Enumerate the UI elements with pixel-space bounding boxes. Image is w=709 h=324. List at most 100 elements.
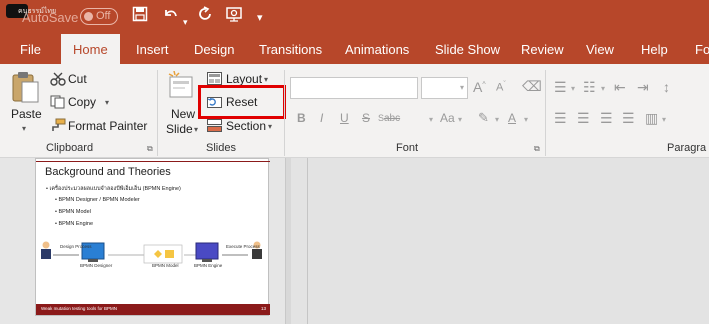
diagram-label-execute: Execute Process: [226, 244, 260, 249]
font-size-dropdown-icon[interactable]: ▾: [460, 83, 464, 92]
ribbon-tabs: File Home Insert Design Transitions Anim…: [0, 34, 709, 64]
layout-dropdown-icon[interactable]: ▾: [264, 75, 268, 84]
columns-icon[interactable]: ▥: [645, 110, 658, 127]
clear-formatting-icon[interactable]: ⌫: [522, 78, 542, 95]
tab-slide-show[interactable]: Slide Show: [435, 42, 500, 57]
new-slide-label-line2[interactable]: Slide: [166, 122, 193, 136]
format-painter-icon[interactable]: [50, 118, 66, 137]
paste-icon[interactable]: [10, 70, 40, 111]
new-slide-dropdown-icon[interactable]: ▾: [194, 125, 198, 134]
redo-icon[interactable]: [197, 6, 213, 27]
slide-sub-bullet: • BPMN Engine: [55, 221, 93, 227]
clipboard-launcher-icon[interactable]: ⧉: [147, 144, 153, 154]
character-spacing-button[interactable]: abc: [384, 113, 400, 124]
justify-icon[interactable]: ☰: [622, 110, 635, 127]
line-spacing-icon[interactable]: ↕: [663, 79, 670, 95]
cut-button[interactable]: Cut: [68, 72, 87, 86]
font-group-label: Font: [396, 142, 419, 154]
group-separator: [157, 70, 158, 156]
save-icon[interactable]: [132, 6, 148, 27]
slide-editor-area[interactable]: [291, 158, 709, 324]
bold-button[interactable]: B: [297, 111, 306, 125]
slide-footer: Weak mutation testing tools for BPMN 13: [36, 304, 270, 315]
char-spacing-dropdown-icon[interactable]: ▾: [429, 115, 433, 124]
layout-button[interactable]: Layout: [226, 72, 262, 86]
grow-font-icon[interactable]: A^: [473, 79, 486, 95]
undo-icon[interactable]: [162, 6, 180, 27]
section-dropdown-icon[interactable]: ▾: [268, 122, 272, 131]
reset-highlight-box: [198, 85, 286, 119]
copy-button[interactable]: Copy: [68, 95, 96, 109]
clipboard-group-label: Clipboard: [46, 142, 94, 154]
font-launcher-icon[interactable]: ⧉: [534, 144, 540, 154]
undo-dropdown-icon[interactable]: ▾: [183, 12, 188, 32]
diagram-label-model: BPMN Model: [152, 263, 179, 268]
paste-button[interactable]: Paste: [11, 107, 42, 121]
font-color-icon[interactable]: A: [508, 111, 516, 125]
strikethrough-button[interactable]: S: [362, 111, 370, 125]
ribbon: Paste ▾ Cut Copy ▾ Format Painter Clipbo…: [0, 64, 709, 158]
slide-title: Background and Theories: [45, 166, 171, 178]
columns-dropdown-icon[interactable]: ▾: [662, 115, 666, 124]
align-center-icon[interactable]: ☰: [577, 110, 590, 127]
section-icon[interactable]: [207, 119, 222, 137]
new-slide-icon[interactable]: [168, 70, 196, 106]
slides-group-label: Slides: [206, 142, 236, 154]
customize-toolbar-icon[interactable]: ▾: [257, 8, 263, 28]
slide-thumbnail[interactable]: Background and Theories • เครื่องประมวลผ…: [35, 158, 270, 316]
slide-footer-text: Weak mutation testing tools for BPMN: [41, 306, 117, 311]
align-right-icon[interactable]: ☰: [600, 110, 613, 127]
tab-file[interactable]: File: [20, 42, 41, 57]
underline-button[interactable]: U: [340, 111, 349, 125]
numbering-icon[interactable]: ☷: [583, 79, 596, 96]
align-left-icon[interactable]: ☰: [554, 110, 567, 127]
tab-insert[interactable]: Insert: [136, 42, 169, 57]
copy-dropdown-icon[interactable]: ▾: [105, 98, 109, 107]
format-painter-button[interactable]: Format Painter: [68, 119, 147, 133]
bullets-dropdown-icon[interactable]: ▾: [571, 84, 575, 93]
shrink-font-icon[interactable]: Aˇ: [496, 81, 506, 94]
editor-guide-line: [307, 158, 308, 324]
slide-bullet-main: • เครื่องประมวลผลแบบจำลองบีพีเอ็มเอ็น (B…: [46, 186, 181, 192]
bpmn-diagram: [41, 241, 262, 264]
paste-dropdown-icon[interactable]: ▾: [22, 124, 26, 133]
slide-sub-bullet: • BPMN Model: [55, 209, 91, 215]
group-separator: [545, 70, 546, 156]
autosave-label: AutoSave: [22, 10, 79, 25]
autosave-toggle[interactable]: Off: [80, 8, 118, 25]
tab-view[interactable]: View: [586, 42, 614, 57]
toggle-knob: [84, 12, 93, 21]
copy-icon[interactable]: [50, 95, 66, 114]
tab-transitions[interactable]: Transitions: [259, 42, 322, 57]
tab-help[interactable]: Help: [641, 42, 668, 57]
decrease-indent-icon[interactable]: ⇤: [614, 79, 626, 96]
increase-indent-icon[interactable]: ⇥: [637, 79, 649, 96]
slide-sub-bullet: • BPMN Designer / BPMN Modeler: [55, 197, 140, 203]
highlight-color-icon[interactable]: ✎: [478, 110, 489, 126]
toggle-state: Off: [96, 10, 111, 22]
font-color-dropdown-icon[interactable]: ▾: [524, 115, 528, 124]
tab-review[interactable]: Review: [521, 42, 564, 57]
tab-format[interactable]: Fo:: [695, 42, 709, 57]
italic-button[interactable]: I: [320, 111, 323, 125]
change-case-dropdown-icon[interactable]: ▾: [458, 115, 462, 124]
diagram-label-design: Design Process: [60, 244, 92, 249]
group-separator: [284, 70, 285, 156]
tab-design[interactable]: Design: [194, 42, 234, 57]
title-bar: คนธรรม์ไทย AutoSave Off ▾ ▾: [0, 0, 709, 34]
slide-top-accent-line: [36, 161, 270, 162]
diagram-label-engine: BPMN Engine: [194, 263, 223, 268]
numbering-dropdown-icon[interactable]: ▾: [601, 84, 605, 93]
highlight-dropdown-icon[interactable]: ▾: [495, 115, 499, 124]
font-size-combo[interactable]: ▾: [421, 77, 468, 99]
cut-icon[interactable]: [50, 72, 66, 91]
font-name-combo[interactable]: [290, 77, 418, 99]
tab-home[interactable]: Home: [61, 34, 120, 64]
new-slide-button[interactable]: New: [171, 107, 195, 121]
tab-animations[interactable]: Animations: [345, 42, 409, 57]
change-case-button[interactable]: Aa: [440, 111, 455, 125]
present-icon[interactable]: [226, 6, 244, 27]
bullets-icon[interactable]: ☰: [554, 79, 567, 96]
diagram-label-designer: BPMN Designer: [80, 263, 113, 268]
section-button[interactable]: Section: [226, 119, 266, 133]
